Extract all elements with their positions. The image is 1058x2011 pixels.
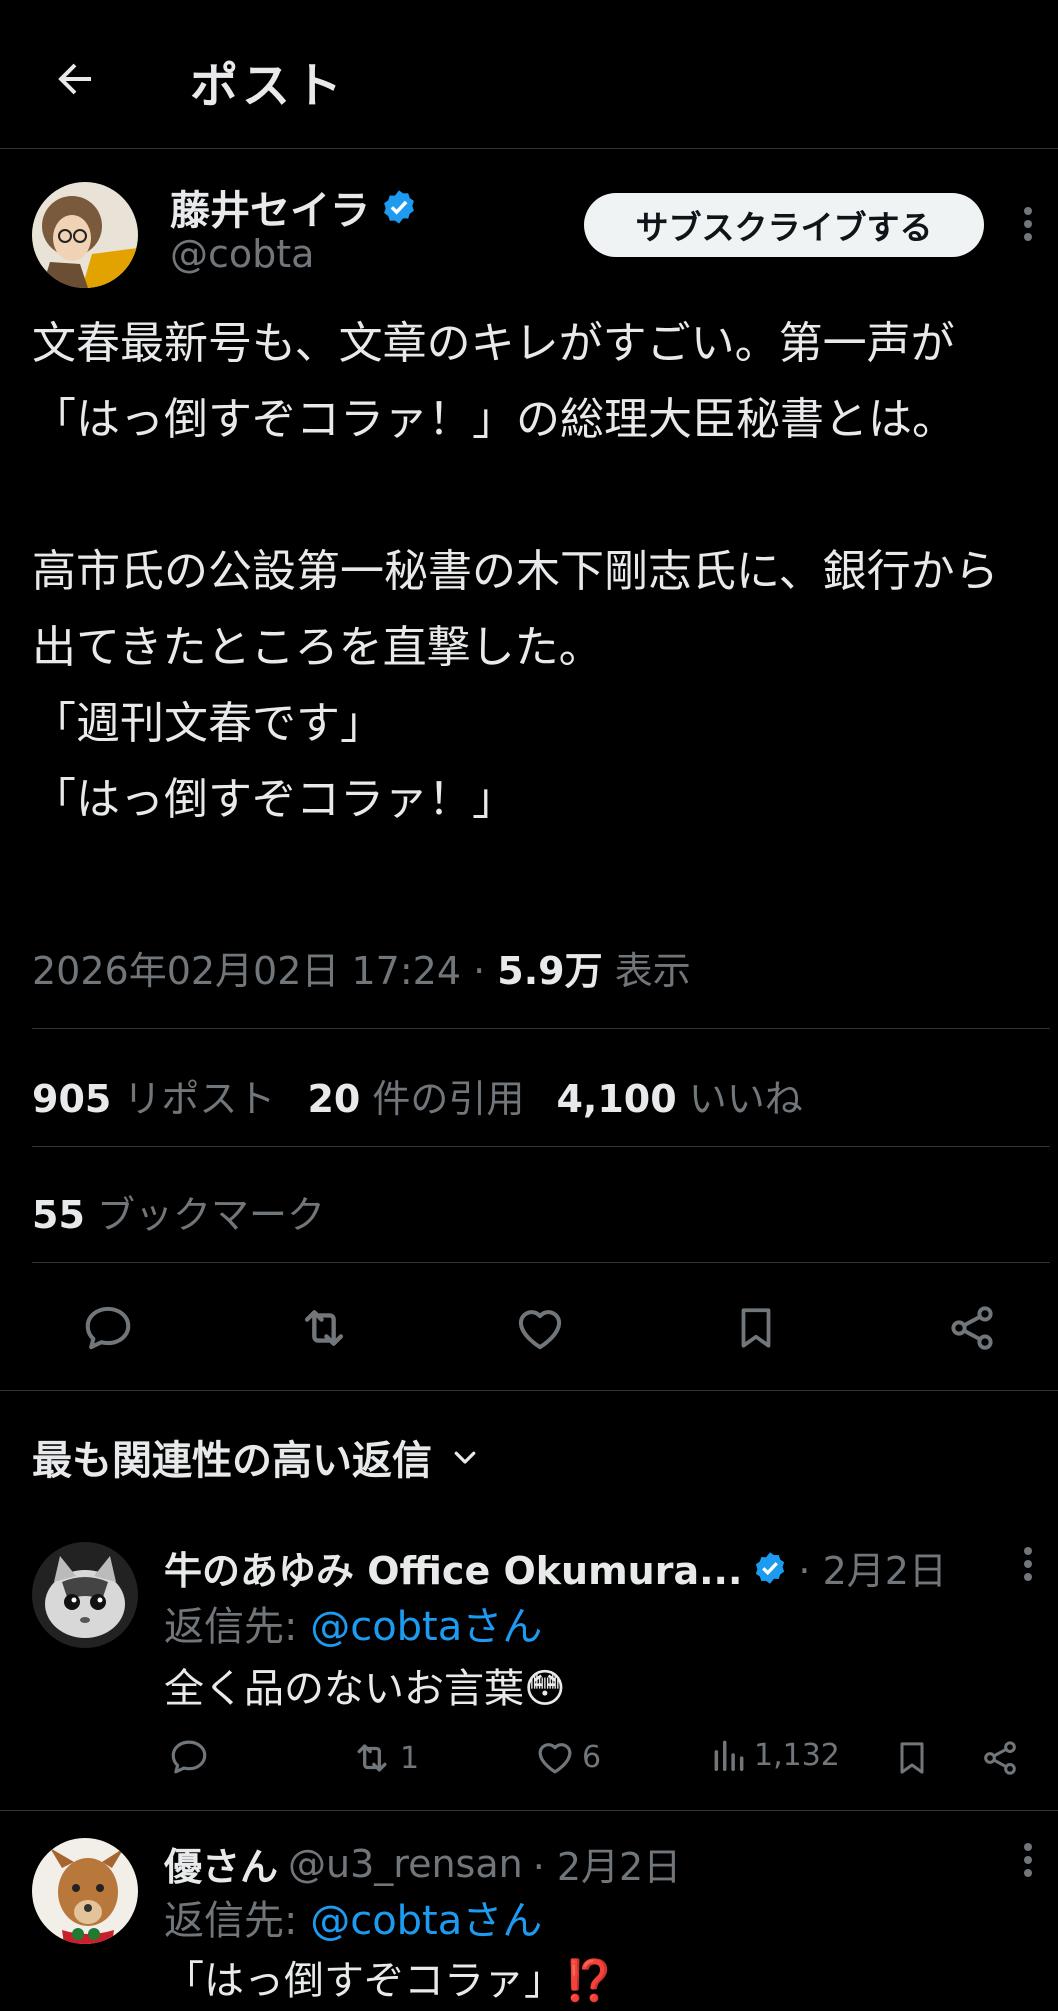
reply-to-line: 返信先: @cobtaさん (164, 1888, 542, 1946)
reply-avatar[interactable] (32, 1838, 138, 1944)
more-icon (1024, 1547, 1032, 1581)
reply-views-count: 1,132 (754, 1737, 840, 1773)
reply-repost-button[interactable]: 1 (350, 1736, 419, 1780)
reply-author-name: 牛のあゆみ Office Okumura... (164, 1549, 743, 1593)
reply-icon (171, 1740, 207, 1774)
views-icon (714, 1740, 744, 1771)
likes-stat[interactable]: 4,100 いいね (556, 1068, 802, 1123)
reply-more-button[interactable] (1008, 1840, 1048, 1880)
likes-label: いいね (688, 1077, 803, 1121)
reply-date[interactable]: · 2月2日 (533, 1836, 682, 1891)
more-icon (1024, 1843, 1032, 1877)
like-button[interactable] (510, 1298, 570, 1358)
bookmarks-stat[interactable]: 55 ブックマーク (32, 1184, 325, 1239)
more-icon (1024, 207, 1032, 241)
bookmark-stats: 55 ブックマーク (32, 1184, 325, 1239)
author-name-text: 藤井セイラ (170, 188, 370, 234)
divider (32, 1028, 1050, 1029)
quotes-label: 件の引用 (372, 1077, 525, 1121)
divider (0, 1810, 1058, 1811)
author-avatar-image (32, 182, 138, 288)
post-timestamp[interactable]: 2026年02月02日 17:24 (32, 949, 461, 993)
back-button[interactable] (40, 44, 110, 114)
reply-avatar[interactable] (32, 1542, 138, 1648)
header-divider (0, 148, 1058, 149)
reply-text: 「はっ倒すぞコラァ」⁉️ (164, 1958, 614, 2004)
views-count: 5.9万 (497, 949, 603, 993)
reply-date[interactable]: · 2月2日 (798, 1540, 947, 1595)
divider (0, 1390, 1058, 1391)
reply-to-prefix: 返信先: (164, 1604, 311, 1650)
reply-more-button[interactable] (1008, 1544, 1048, 1584)
replies-sort-label: 最も関連性の高い返信 (32, 1438, 432, 1484)
share-icon (984, 1741, 1016, 1775)
page-title: ポスト (190, 58, 347, 114)
repost-icon (357, 1744, 387, 1772)
author-avatar[interactable] (32, 182, 138, 288)
reposts-label: リポスト (123, 1077, 276, 1121)
reply-views-button[interactable]: 1,132 (710, 1736, 840, 1774)
verified-badge-icon (756, 1551, 785, 1584)
reply-author-handle: @u3_rensan (288, 1841, 523, 1886)
reply-to-link[interactable]: @cobtaさん (310, 1898, 542, 1944)
subscribe-button[interactable]: サブスクライブする (584, 193, 984, 257)
reposts-count: 905 (32, 1077, 112, 1121)
chevron-down-icon (454, 1451, 476, 1464)
reply-author-name: 優さん (164, 1845, 279, 1889)
reply-button[interactable] (78, 1298, 138, 1358)
author-name[interactable]: 藤井セイラ (170, 178, 418, 236)
share-button[interactable] (942, 1298, 1002, 1358)
replies-sort-dropdown[interactable]: 最も関連性の高い返信 (32, 1428, 480, 1486)
bookmark-icon (900, 1742, 924, 1774)
reply-to-link[interactable]: @cobtaさん (310, 1604, 542, 1650)
more-button[interactable] (1008, 204, 1048, 244)
reply-repost-count: 1 (400, 1740, 420, 1776)
reply-avatar-image (32, 1838, 138, 1944)
back-arrow-icon (58, 63, 91, 95)
reply-to-prefix: 返信先: (164, 1898, 311, 1944)
post-meta: 2026年02月02日 17:24 · 5.9万 表示 (32, 940, 691, 995)
reply-share-button[interactable] (980, 1738, 1020, 1778)
author-handle[interactable]: @cobta (170, 232, 314, 276)
engagement-stats: 905 リポスト 20 件の引用 4,100 いいね (32, 1068, 803, 1123)
reply-reply-button[interactable] (168, 1736, 210, 1778)
bookmark-button[interactable] (726, 1298, 786, 1358)
reply-author[interactable]: 優さん @u3_rensan · 2月2日 (164, 1836, 681, 1891)
reply-icon (85, 1306, 131, 1350)
reply-avatar-image (32, 1542, 138, 1648)
like-icon (538, 1743, 572, 1774)
divider (32, 1146, 1050, 1147)
reposts-stat[interactable]: 905 リポスト (32, 1068, 275, 1123)
reply-like-button[interactable]: 6 (534, 1736, 601, 1778)
reply-bookmark-button[interactable] (892, 1736, 932, 1780)
reply-like-count: 6 (582, 1739, 602, 1775)
repost-button[interactable] (294, 1298, 354, 1358)
share-icon (951, 1306, 993, 1350)
bookmarks-count: 55 (32, 1193, 85, 1237)
quotes-count: 20 (307, 1077, 361, 1121)
post-text: 文春最新号も、文章のキレがすごい。第一声が「はっ倒すぞコラァ！」の総理大臣秘書と… (32, 318, 999, 825)
verified-badge-icon (384, 190, 414, 224)
reply-text: 全く品のないお言葉😳 (164, 1666, 566, 1712)
like-icon (518, 1310, 562, 1350)
views-label: 表示 (614, 949, 691, 993)
divider (32, 1262, 1050, 1263)
likes-count: 4,100 (556, 1077, 677, 1121)
quotes-stat[interactable]: 20 件の引用 (307, 1068, 524, 1123)
repost-icon (304, 1310, 344, 1346)
bookmark-icon (741, 1308, 771, 1348)
reply-author[interactable]: 牛のあゆみ Office Okumura... · 2月2日 (164, 1540, 947, 1595)
reply-to-line: 返信先: @cobtaさん (164, 1594, 542, 1652)
bookmarks-label: ブックマーク (96, 1193, 325, 1237)
meta-separator: · (473, 949, 486, 993)
